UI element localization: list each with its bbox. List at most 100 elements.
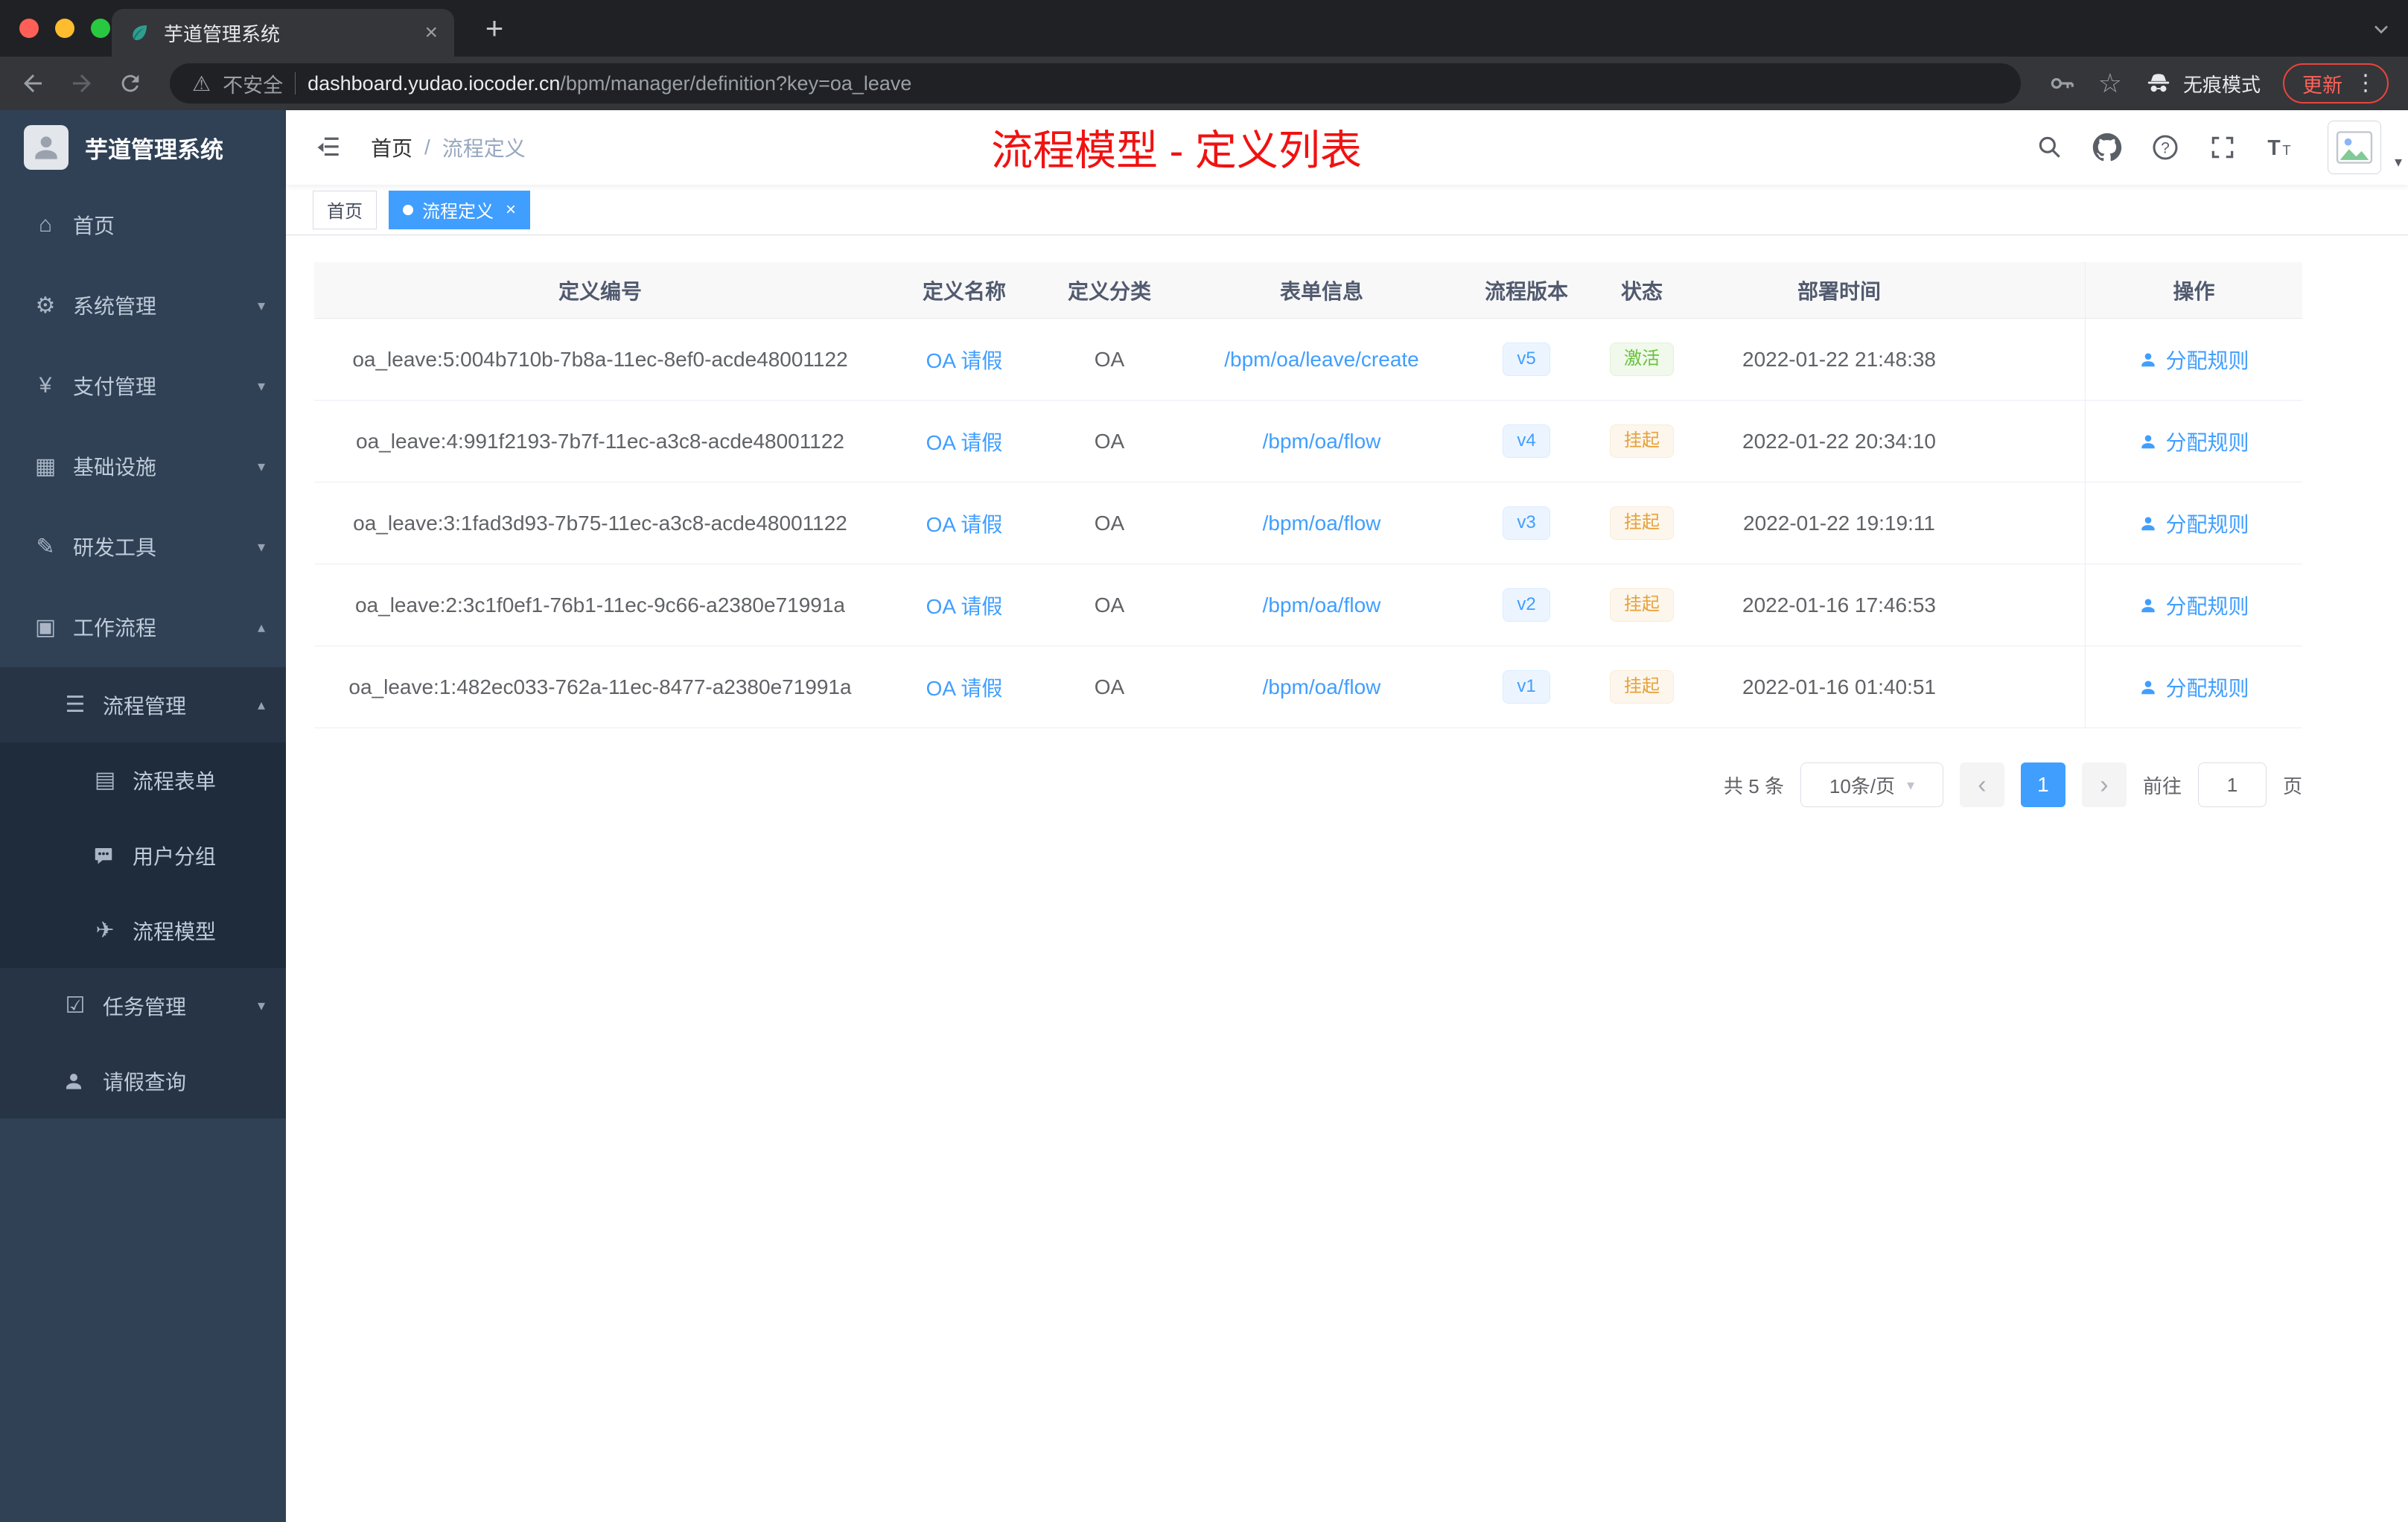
table-row: oa_leave:2:3c1f0ef1-76b1-11ec-9c66-a2380… — [314, 564, 2302, 646]
list-icon: ☰ — [65, 692, 86, 717]
cell-category: OA — [1094, 593, 1125, 617]
app-logo-avatar — [24, 125, 69, 170]
column-header: 状态 — [1620, 279, 1663, 303]
assign-rule-link[interactable]: 分配规则 — [2138, 345, 2249, 375]
form-icon: ▤ — [94, 768, 116, 792]
assign-rule-label: 分配规则 — [2165, 512, 2249, 536]
breadcrumb: 首页 / 流程定义 — [371, 133, 526, 162]
assign-rule-label: 分配规则 — [2165, 348, 2249, 372]
sidebar-item-process-management[interactable]: ☰ 流程管理 ▴ — [0, 667, 286, 742]
column-header: 表单信息 — [1279, 279, 1363, 303]
task-icon: ☑ — [65, 993, 86, 1018]
sidebar-item-label: 系统管理 — [73, 295, 157, 318]
status-badge: 挂起 — [1610, 506, 1674, 540]
svg-text:?: ? — [2161, 139, 2170, 156]
sidebar-item-task-management[interactable]: ☑ 任务管理 ▾ — [0, 968, 286, 1043]
sidebar-item-system[interactable]: ⚙ 系统管理 ▾ — [0, 265, 286, 346]
page-number-button[interactable]: 1 — [2020, 762, 2065, 807]
bookmark-star-icon[interactable]: ☆ — [2098, 68, 2122, 99]
browser-menu-icon[interactable]: ⋮ — [2354, 72, 2377, 95]
tags-view: 首页 流程定义 × — [286, 185, 2408, 235]
sidebar-toggle-icon[interactable] — [313, 133, 343, 162]
tag-home[interactable]: 首页 — [313, 190, 377, 229]
incognito-indicator: 无痕模式 — [2144, 69, 2261, 98]
definition-table: 定义编号 定义名称 定义分类 表单信息 流程版本 状态 部署时间 操作 oa_l… — [314, 262, 2302, 728]
version-tag: v5 — [1503, 343, 1550, 376]
goto-page-input[interactable] — [2197, 762, 2267, 807]
breadcrumb-current: 流程定义 — [442, 137, 526, 160]
column-header: 定义分类 — [1067, 279, 1151, 303]
assign-rule-link[interactable]: 分配规则 — [2138, 590, 2249, 620]
paper-plane-icon: ✈ — [95, 918, 115, 943]
prev-page-button[interactable]: ‹ — [1959, 762, 2004, 807]
form-link[interactable]: /bpm/oa/flow — [1263, 675, 1381, 698]
assign-rule-link[interactable]: 分配规则 — [2138, 672, 2249, 702]
definition-name-link[interactable]: OA 请假 — [926, 349, 1003, 372]
cell-deploy-time: 2022-01-16 01:40:51 — [1742, 675, 1936, 698]
tag-label: 首页 — [327, 202, 363, 222]
pagination-total: 共 5 条 — [1724, 774, 1784, 797]
form-link[interactable]: /bpm/oa/leave/create — [1224, 348, 1419, 371]
sidebar-item-workflow[interactable]: ▣ 工作流程 ▴ — [0, 587, 286, 667]
browser-tab[interactable]: 芋道管理系统 × — [112, 9, 454, 57]
sidebar-item-leave-query[interactable]: 请假查询 — [0, 1043, 286, 1118]
font-size-icon[interactable]: TT — [2265, 133, 2295, 162]
minimize-window-button[interactable] — [55, 19, 74, 38]
gear-icon: ⚙ — [35, 293, 56, 318]
tag-process-definition[interactable]: 流程定义 × — [389, 190, 531, 229]
forward-button[interactable] — [69, 70, 95, 97]
key-icon[interactable] — [2048, 69, 2076, 98]
url-domain: dashboard.yudao.iocoder.cn — [308, 71, 561, 95]
form-link[interactable]: /bpm/oa/flow — [1263, 593, 1381, 617]
github-icon[interactable] — [2092, 133, 2122, 162]
user-avatar[interactable]: ▾ — [2328, 121, 2402, 174]
definition-name-link[interactable]: OA 请假 — [926, 595, 1003, 618]
definition-name-link[interactable]: OA 请假 — [926, 431, 1003, 454]
assign-rule-link[interactable]: 分配规则 — [2138, 427, 2249, 456]
form-link[interactable]: /bpm/oa/flow — [1263, 430, 1381, 453]
sidebar-item-process-model[interactable]: ✈ 流程模型 — [0, 893, 286, 968]
tag-label: 流程定义 — [422, 202, 494, 222]
sidebar-item-user-group[interactable]: 用户分组 — [0, 818, 286, 893]
page-content: 定义编号 定义名称 定义分类 表单信息 流程版本 状态 部署时间 操作 oa_l… — [286, 235, 2408, 807]
tab-close-icon[interactable]: × — [424, 20, 438, 45]
next-page-button[interactable]: › — [2081, 762, 2127, 807]
search-icon[interactable] — [2036, 133, 2064, 162]
tag-close-icon[interactable]: × — [506, 200, 516, 220]
update-label: 更新 — [2302, 74, 2342, 97]
question-icon[interactable]: ? — [2150, 133, 2180, 162]
incognito-icon — [2144, 69, 2173, 98]
update-chip[interactable]: 更新 ⋮ — [2283, 63, 2389, 104]
reload-button[interactable] — [118, 71, 143, 96]
sidebar-item-label: 基础设施 — [73, 456, 157, 479]
search-tabs-chevron-icon[interactable] — [2369, 16, 2393, 44]
maximize-window-button[interactable] — [91, 19, 110, 38]
address-bar[interactable]: ⚠ 不安全 dashboard.yudao.iocoder.cn/bpm/man… — [170, 63, 2021, 104]
close-window-button[interactable] — [19, 19, 39, 38]
sidebar-item-label: 支付管理 — [73, 375, 157, 398]
sidebar-item-process-form[interactable]: ▤ 流程表单 — [0, 742, 286, 818]
sidebar-item-label: 研发工具 — [73, 536, 157, 559]
new-tab-button[interactable]: + — [477, 10, 512, 46]
sidebar-item-devtools[interactable]: ✎ 研发工具 ▾ — [0, 506, 286, 587]
sidebar-header: 芋道管理系统 — [0, 110, 286, 185]
sidebar-item-infrastructure[interactable]: ▦ 基础设施 ▾ — [0, 426, 286, 506]
cell-definition-id: oa_leave:4:991f2193-7b7f-11ec-a3c8-acde4… — [356, 429, 844, 453]
url-text: dashboard.yudao.iocoder.cn/bpm/manager/d… — [308, 72, 911, 95]
definition-name-link[interactable]: OA 请假 — [926, 513, 1003, 536]
url-path: /bpm/manager/definition?key=oa_leave — [560, 71, 912, 95]
assign-rule-link[interactable]: 分配规则 — [2138, 509, 2249, 538]
fullscreen-icon[interactable] — [2208, 133, 2237, 162]
form-link[interactable]: /bpm/oa/flow — [1263, 512, 1381, 535]
sidebar-item-payment[interactable]: ¥ 支付管理 ▾ — [0, 346, 286, 426]
sidebar-item-home[interactable]: ⌂ 首页 — [0, 185, 286, 265]
back-button[interactable] — [19, 70, 46, 97]
definition-name-link[interactable]: OA 请假 — [926, 677, 1003, 700]
table-row: oa_leave:3:1fad3d93-7b75-11ec-a3c8-acde4… — [314, 483, 2302, 564]
page-size-select[interactable]: 10条/页 ▾ — [1800, 762, 1943, 807]
status-badge: 挂起 — [1610, 588, 1674, 622]
sidebar: 芋道管理系统 ⌂ 首页 ⚙ 系统管理 ▾ ¥ 支付管理 ▾ ▦ 基础设施 ▾ ✎… — [0, 110, 286, 1522]
column-header: 定义编号 — [558, 279, 642, 303]
version-tag: v3 — [1503, 506, 1550, 540]
breadcrumb-home[interactable]: 首页 — [371, 133, 413, 162]
